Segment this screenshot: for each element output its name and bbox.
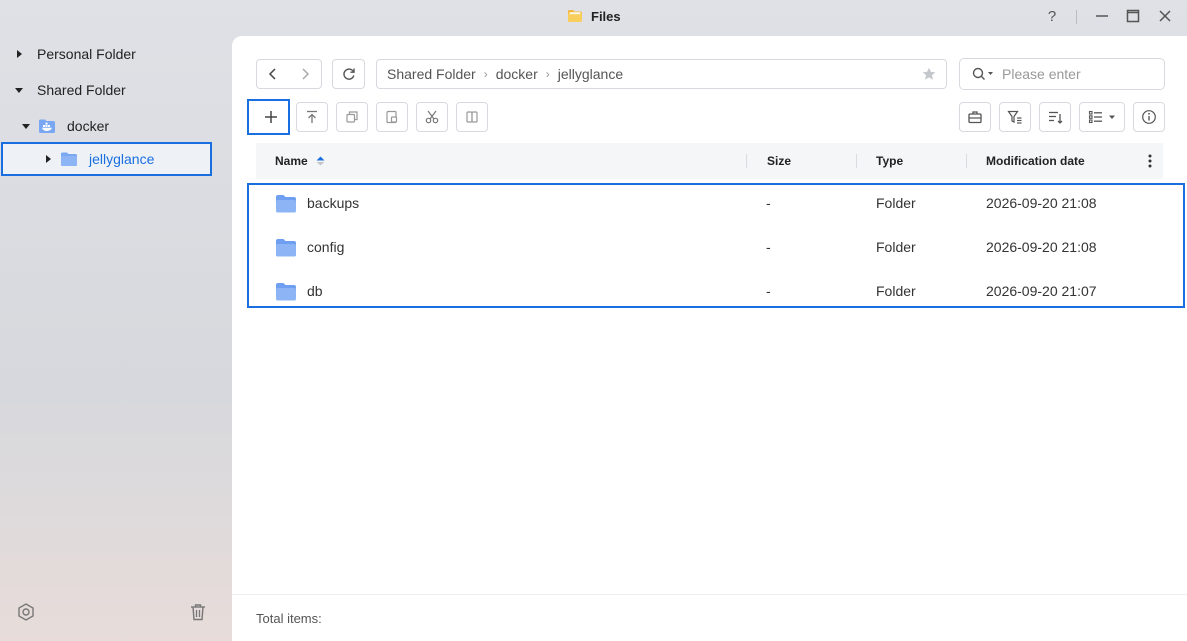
column-header-label: Name (275, 154, 308, 168)
folder-app-icon (568, 10, 582, 22)
back-button[interactable] (257, 60, 289, 88)
filter-icon (1007, 110, 1022, 124)
move-button[interactable] (456, 102, 488, 132)
file-modified: 2026-09-20 21:07 (986, 283, 1097, 299)
settings-icon[interactable] (16, 602, 36, 622)
file-modified: 2026-09-20 21:08 (986, 239, 1097, 255)
column-header-type[interactable]: Type (876, 154, 903, 168)
plus-icon (265, 111, 277, 123)
sidebar-item-label: docker (67, 118, 110, 134)
table-row[interactable]: db - Folder 2026-09-20 21:07 (256, 270, 1163, 314)
help-icon[interactable]: ? (1041, 6, 1063, 26)
breadcrumb-docker[interactable]: docker (496, 66, 538, 82)
folder-icon (61, 152, 77, 166)
upload-icon (307, 110, 317, 123)
forward-button[interactable] (289, 60, 321, 88)
sidebar-item-label: Shared Folder (37, 82, 126, 98)
sidebar-item-shared-folder[interactable]: Shared Folder (14, 73, 126, 107)
minimize-icon[interactable] (1091, 6, 1113, 26)
refresh-icon (342, 68, 355, 80)
folder-icon (276, 195, 296, 213)
caret-down-icon[interactable] (14, 85, 24, 95)
window-title-text: Files (591, 8, 621, 24)
sidebar-item-label: jellyglance (89, 151, 155, 167)
search-box[interactable] (959, 58, 1165, 90)
paste-button[interactable] (376, 102, 408, 132)
file-name: db (307, 283, 323, 299)
list-view-icon (1088, 110, 1102, 124)
window-title: Files (567, 8, 621, 24)
total-items-label: Total items: (256, 611, 322, 626)
breadcrumb-jellyglance[interactable]: jellyglance (558, 66, 623, 82)
file-type: Folder (876, 195, 916, 211)
table-header: Name Size Type Modification date (256, 143, 1163, 179)
title-bar: Files ? (0, 0, 1187, 32)
cut-button[interactable] (416, 102, 448, 132)
move-icon (466, 111, 478, 123)
scissors-icon (425, 110, 439, 124)
folder-icon (276, 239, 296, 257)
breadcrumb: Shared Folder › docker › jellyglance (376, 59, 947, 89)
nav-button-group (256, 59, 322, 89)
main-panel: Shared Folder › docker › jellyglance Ple… (232, 36, 1187, 641)
breadcrumb-separator-icon: › (483, 67, 488, 81)
trash-icon[interactable] (188, 602, 208, 622)
table-row[interactable]: config - Folder 2026-09-20 21:08 (256, 226, 1163, 270)
add-button[interactable] (255, 102, 287, 132)
file-name: config (307, 239, 345, 255)
copy-icon (346, 111, 358, 123)
copy-button[interactable] (336, 102, 368, 132)
breadcrumb-shared-folder[interactable]: Shared Folder (387, 66, 476, 82)
column-header-name[interactable]: Name (275, 154, 325, 168)
search-icon[interactable] (972, 67, 994, 81)
file-size: - (766, 239, 771, 255)
favorite-star-icon[interactable] (922, 67, 936, 81)
refresh-button[interactable] (332, 59, 365, 89)
chevron-right-icon (302, 68, 310, 80)
briefcase-icon (968, 111, 982, 124)
table-row[interactable]: backups - Folder 2026-09-20 21:08 (256, 182, 1163, 226)
file-type: Folder (876, 239, 916, 255)
sort-button[interactable] (1039, 102, 1071, 132)
caret-right-icon[interactable] (14, 49, 24, 59)
column-header-modified[interactable]: Modification date (986, 154, 1085, 168)
search-input[interactable] (1002, 66, 1142, 82)
caret-down-icon (1109, 115, 1115, 119)
sort-ascending-icon (316, 156, 325, 166)
info-button[interactable] (1133, 102, 1165, 132)
file-type: Folder (876, 283, 916, 299)
column-divider[interactable] (966, 154, 967, 168)
breadcrumb-separator-icon: › (545, 67, 550, 81)
upload-button[interactable] (296, 102, 328, 132)
filter-button[interactable] (999, 102, 1031, 132)
folder-icon (276, 283, 296, 301)
column-divider[interactable] (746, 154, 747, 168)
maximize-icon[interactable] (1122, 6, 1144, 26)
caret-down-icon[interactable] (21, 121, 31, 131)
info-icon (1142, 110, 1156, 124)
sort-icon (1049, 111, 1063, 124)
file-size: - (766, 195, 771, 211)
column-header-size[interactable]: Size (767, 154, 791, 168)
file-name: backups (307, 195, 360, 211)
chevron-left-icon (268, 68, 276, 80)
file-modified: 2026-09-20 21:08 (986, 195, 1097, 211)
paste-icon (386, 110, 398, 124)
sidebar: Personal Folder Shared Folder docker jel… (0, 36, 232, 641)
docker-folder-icon (39, 119, 55, 133)
view-mode-dropdown[interactable] (1079, 102, 1125, 132)
file-size: - (766, 283, 771, 299)
sidebar-item-personal-folder[interactable]: Personal Folder (14, 37, 136, 71)
sidebar-item-jellyglance[interactable]: jellyglance (43, 142, 154, 176)
more-options-icon[interactable] (1148, 153, 1152, 169)
status-bar: Total items: (232, 594, 1187, 641)
sidebar-item-docker[interactable]: docker (21, 109, 109, 143)
sidebar-item-label: Personal Folder (37, 46, 136, 62)
toolbox-button[interactable] (959, 102, 991, 132)
title-divider (1076, 10, 1077, 24)
column-divider[interactable] (856, 154, 857, 168)
caret-right-icon[interactable] (43, 154, 53, 164)
close-icon[interactable] (1154, 6, 1176, 26)
